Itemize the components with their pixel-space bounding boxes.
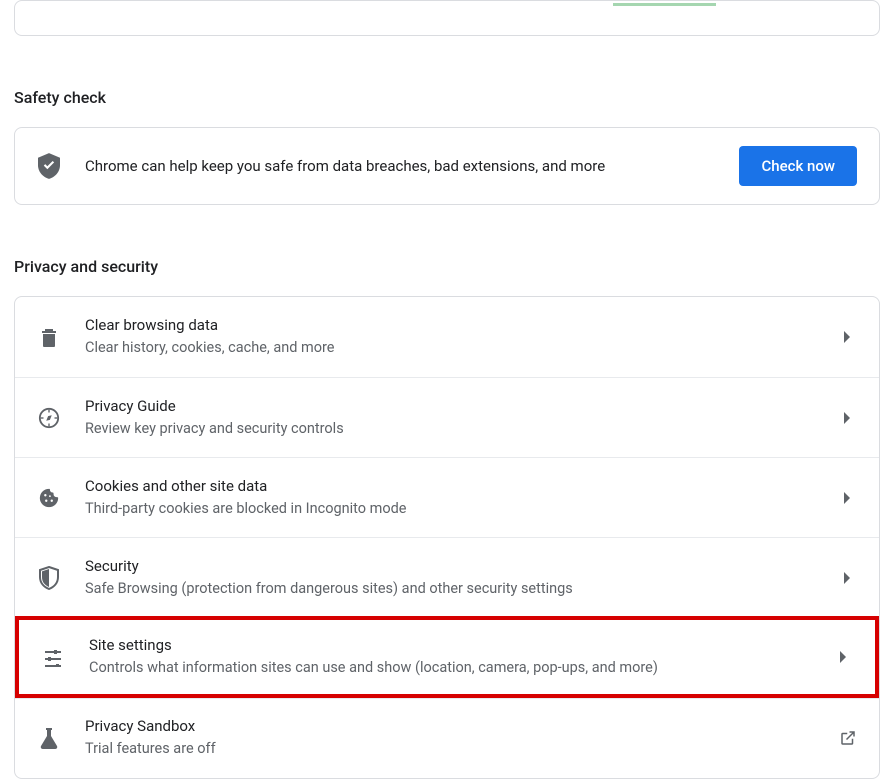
row-body: Privacy Sandbox Trial features are off [85, 717, 815, 759]
row-title: Security [85, 557, 799, 575]
check-now-button[interactable]: Check now [739, 146, 857, 186]
flask-icon [37, 727, 61, 749]
row-subtitle: Safe Browsing (protection from dangerous… [85, 579, 799, 599]
row-body: Clear browsing data Clear history, cookie… [85, 316, 815, 358]
row-body: Site settings Controls what information s… [89, 636, 811, 678]
sliders-icon [41, 647, 65, 667]
row-body: Security Safe Browsing (protection from d… [85, 557, 815, 599]
row-title: Privacy Sandbox [85, 717, 799, 735]
privacy-security-heading: Privacy and security [14, 257, 880, 276]
chevron-right-icon [839, 572, 857, 584]
row-subtitle: Controls what information sites can use … [89, 658, 795, 678]
privacy-row-security[interactable]: Security Safe Browsing (protection from d… [15, 537, 879, 617]
row-title: Cookies and other site data [85, 477, 799, 495]
row-title: Clear browsing data [85, 316, 799, 334]
safety-check-card: Chrome can help keep you safe from data … [14, 127, 880, 205]
row-subtitle: Trial features are off [85, 739, 799, 759]
trash-icon [37, 327, 61, 347]
row-title: Privacy Guide [85, 397, 799, 415]
external-link-icon [839, 729, 857, 747]
row-body: Cookies and other site data Third-party c… [85, 477, 815, 519]
row-title: Site settings [89, 636, 795, 654]
privacy-row-cookies-and-other-site-data[interactable]: Cookies and other site data Third-party c… [15, 457, 879, 537]
shield-check-icon [37, 153, 61, 179]
privacy-security-list: Clear browsing data Clear history, cookie… [14, 296, 880, 779]
row-subtitle: Third-party cookies are blocked in Incog… [85, 499, 799, 519]
cookie-icon [37, 487, 61, 509]
safety-check-heading: Safety check [14, 88, 880, 107]
chevron-right-icon [839, 412, 857, 424]
compass-icon [37, 407, 61, 429]
top-banner-card [14, 0, 880, 36]
shield-icon [37, 566, 61, 590]
row-subtitle: Review key privacy and security controls [85, 419, 799, 439]
privacy-row-clear-browsing-data[interactable]: Clear browsing data Clear history, cookie… [15, 297, 879, 377]
safety-check-text: Chrome can help keep you safe from data … [85, 157, 715, 175]
privacy-row-privacy-guide[interactable]: Privacy Guide Review key privacy and secu… [15, 377, 879, 457]
chevron-right-icon [839, 331, 857, 343]
row-body: Privacy Guide Review key privacy and secu… [85, 397, 815, 439]
privacy-row-site-settings[interactable]: Site settings Controls what information s… [15, 616, 879, 698]
row-subtitle: Clear history, cookies, cache, and more [85, 338, 799, 358]
chevron-right-icon [839, 492, 857, 504]
chevron-right-icon [835, 651, 853, 663]
